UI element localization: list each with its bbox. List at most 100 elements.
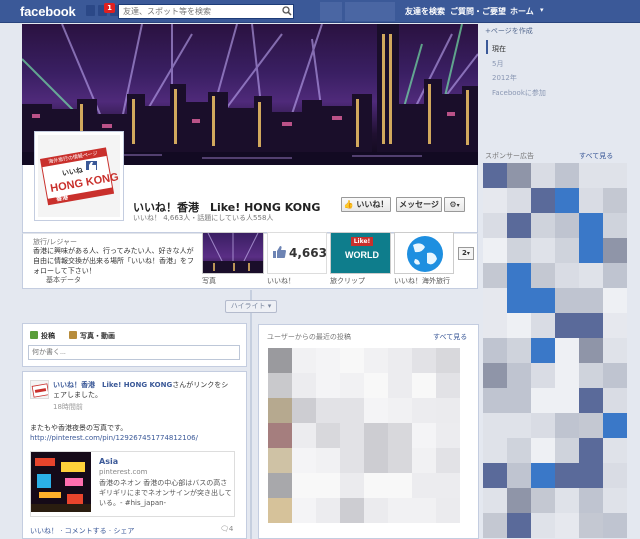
blur-cell [483, 188, 507, 213]
help-link[interactable]: ご質問・ご要望 [450, 6, 506, 17]
search-icon[interactable] [282, 6, 292, 16]
recent-see-all-link[interactable]: すべて見る [433, 332, 467, 342]
timeline-nav-indicator [486, 40, 488, 54]
blur-cell [531, 313, 555, 338]
blur-cell [531, 263, 555, 288]
post-author[interactable]: いいね！香港 Like! HONG KONG [53, 381, 172, 389]
blur-cell [603, 263, 627, 288]
profile-picture[interactable]: 海外旅行の情報ページ いいね HONG KONG 香港 [34, 131, 124, 221]
timeline-spine [250, 290, 252, 539]
basic-data-link[interactable]: 基本データ [46, 275, 81, 285]
blur-cell [292, 348, 316, 373]
blur-cell [531, 363, 555, 388]
timeline-nav-2012[interactable]: 2012年 [492, 73, 517, 83]
blur-cell [292, 473, 316, 498]
blur-cell [579, 163, 603, 188]
gear-button[interactable]: ⚙▾ [444, 197, 465, 212]
post-author-avatar[interactable] [30, 380, 49, 399]
photo-icon [69, 331, 77, 339]
blur-cell [292, 423, 316, 448]
blur-cell [579, 463, 603, 488]
blur-cell [603, 388, 627, 413]
blur-cell [364, 448, 388, 473]
link-preview-image[interactable] [31, 452, 91, 512]
more-apps-button[interactable]: 2▾ [458, 247, 474, 260]
tabi-clip-tile[interactable]: Like! WORLD [330, 232, 391, 274]
create-page-link[interactable]: +ページを作成 [485, 26, 533, 36]
blur-cell [579, 488, 603, 513]
blur-cell [603, 188, 627, 213]
thumbs-up-icon: 👍 [343, 200, 354, 209]
globe-icon [407, 236, 443, 272]
find-friends-link[interactable]: 友達を検索 [405, 6, 445, 17]
blur-cell [507, 263, 531, 288]
post-text: またもや香港夜景の写真です。 [30, 424, 128, 432]
blur-cell [292, 398, 316, 423]
like-button[interactable]: 👍 いいね！ [341, 197, 391, 212]
post-url[interactable]: http://pinterest.com/pin/129267451774812… [30, 434, 198, 442]
blur-cell [340, 423, 364, 448]
blur-cell [507, 213, 531, 238]
timeline-nav-now[interactable]: 現在 [492, 44, 506, 54]
blur-cell [483, 413, 507, 438]
blur-cell [388, 348, 412, 373]
blur-cell [316, 448, 340, 473]
blur-cell [412, 498, 436, 523]
highlight-dropdown[interactable]: ハイライト ▾ [225, 300, 277, 313]
blur-cell [436, 423, 460, 448]
blur-cell [603, 363, 627, 388]
comment-count[interactable]: 🗨4 [220, 525, 233, 533]
blur-cell [388, 398, 412, 423]
post-actions[interactable]: いいね！ · コメントする · シェア [30, 526, 134, 536]
blurred-avatar [268, 473, 292, 498]
friend-requests-icon[interactable] [86, 5, 95, 16]
facebook-logo[interactable]: facebook [20, 4, 76, 19]
overseas-travel-tile[interactable] [394, 232, 454, 274]
blur-cell [412, 448, 436, 473]
blur-cell [483, 463, 507, 488]
blur-cell [340, 448, 364, 473]
blur-cell [364, 423, 388, 448]
account-menu-icon[interactable]: ▾ [540, 6, 544, 14]
blur-cell [412, 348, 436, 373]
link-title[interactable]: Asia [99, 457, 118, 466]
tab-post[interactable]: 投稿 [41, 331, 55, 341]
blur-cell [555, 263, 579, 288]
like-button-label: いいね！ [356, 200, 389, 209]
home-link[interactable]: ホーム [510, 6, 534, 17]
blur-cell [483, 338, 507, 363]
tab-photo-video[interactable]: 写真・動画 [80, 331, 115, 341]
blur-cell [531, 388, 555, 413]
blur-cell [483, 163, 507, 188]
blur-cell [388, 423, 412, 448]
photos-tile[interactable] [202, 232, 264, 274]
blur-cell [483, 388, 507, 413]
blur-cell [555, 363, 579, 388]
blur-cell [603, 488, 627, 513]
timeline-nav-may[interactable]: 5月 [492, 59, 503, 69]
blur-cell [579, 438, 603, 463]
notification-badge[interactable]: 1 [104, 3, 115, 13]
blur-cell [579, 313, 603, 338]
status-input[interactable] [28, 345, 240, 360]
blur-cell [603, 163, 627, 188]
blur-cell [531, 288, 555, 313]
timeline-nav-joined[interactable]: Facebookに参加 [492, 88, 546, 98]
blur-cell [507, 238, 531, 263]
sponsored-see-all-link[interactable]: すべて見る [579, 151, 613, 161]
blur-cell [507, 463, 531, 488]
blur-cell [340, 498, 364, 523]
blur-cell [364, 348, 388, 373]
message-button[interactable]: メッセージ [396, 197, 442, 212]
blur-cell [555, 388, 579, 413]
blur-cell [507, 488, 531, 513]
blurred-username [345, 2, 395, 21]
blur-cell [579, 263, 603, 288]
blur-cell [507, 388, 531, 413]
tabi-clip-badge: Like! [351, 237, 373, 246]
blur-cell [603, 463, 627, 488]
blur-cell [412, 473, 436, 498]
post-timestamp[interactable]: 18時間前 [53, 402, 83, 412]
blur-cell [555, 513, 579, 538]
search-input[interactable] [118, 4, 294, 19]
